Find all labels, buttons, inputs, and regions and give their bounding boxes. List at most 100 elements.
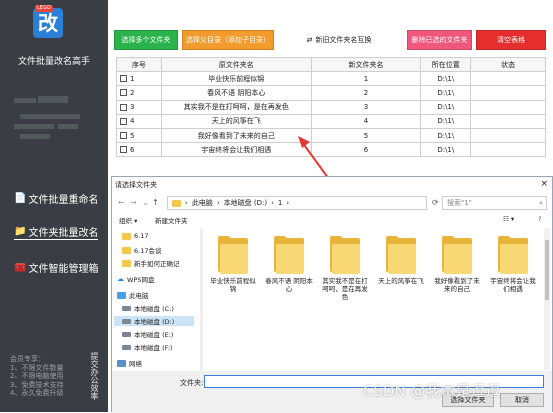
up-arrow-icon[interactable]: ↑ [152,198,159,207]
tree-item[interactable]: 6.17 [122,232,148,240]
row-checkbox[interactable] [120,132,127,140]
view-icon[interactable]: ☷ ▾ [503,215,514,223]
tree-item[interactable]: 本地磁盘 (F:) [122,342,173,352]
row-checkbox[interactable] [120,146,127,154]
tree-item[interactable]: 新手如何正确记 [122,258,180,268]
address-sep: › [271,199,274,207]
select-folders-button[interactable]: 选择多个文件夹 [114,30,178,50]
tree-item[interactable]: 本地磁盘 (C:) [122,303,174,313]
promo-line: 2、不限电脑使用 [10,372,64,380]
table-row[interactable]: 5 我好像看到了未来的自己 5 D:\1\ [116,127,546,144]
nav-folder-rename[interactable]: 📁 文件夹批量改名 [14,224,99,240]
tree-item[interactable]: 网络 [117,358,142,368]
table-header: 序号 原文件夹名 新文件夹名 所在位置 状态 [116,56,546,73]
command-bar: 组织 ▾ 新建文件夹 ☷ ▾ ? [112,213,552,227]
tree-item[interactable]: 6.17会谈 [122,245,161,255]
chevron-down-icon[interactable]: ⌄ [142,198,149,207]
cell-new-name[interactable]: 5 [310,127,422,144]
swap-names-button[interactable]: ⇄ 新旧文件夹名互换 [303,30,375,50]
nav-file-rename[interactable]: 📄 文件批量重命名 [14,191,98,206]
folder-icon [498,236,528,274]
tree-label: 本地磁盘 (D:) [134,318,175,326]
folder-icon [330,236,360,274]
row-checkbox[interactable] [120,103,127,111]
row-index[interactable]: 2 [116,85,162,101]
promo-side-text: 提交办公效率 [90,352,99,400]
drive-icon [122,318,131,324]
table-row[interactable]: 6 宇宙终将会让我们相遇 6 D:\1\ [116,142,546,158]
folder-item[interactable]: 天上的风筝在飞 [377,236,425,285]
cell-new-name[interactable]: 4 [310,113,422,129]
row-checkbox[interactable] [120,89,127,97]
address-bar[interactable]: › 此电脑 › 本地磁盘 (D:) › 1 › [167,196,427,210]
grid-scrollbar[interactable] [544,228,550,370]
promo-line: 会员专享： [10,355,45,363]
breadcrumb-item[interactable]: 此电脑 [192,198,213,208]
promo-line: 3、免费技术支持 [10,380,64,389]
document-icon: 📄 [14,193,27,204]
address-sep: › [286,199,290,207]
tree-label: 本地磁盘 (F:) [134,344,173,352]
tree-item[interactable]: 本地磁盘 (E:) [122,329,173,339]
refresh-icon[interactable]: ⟳ [432,198,439,207]
clear-table-button[interactable]: 清空表格 [476,30,546,50]
cell-old-name: 我好像看到了未来的自己 [160,127,312,144]
tree-label: 6.17会谈 [134,247,162,255]
folder-item[interactable]: 其实我不是在打呵呵，是在再发色 [321,236,369,301]
scrollbar-thumb[interactable] [545,240,549,300]
tree-item-selected[interactable]: 本地磁盘 (D:) [114,316,194,326]
cell-new-name[interactable]: 1 [310,71,422,87]
drive-icon [122,344,131,350]
table-row[interactable]: 1 毕业快乐前程似锦 1 D:\1\ [116,71,546,87]
blurred-info [20,134,50,139]
close-icon[interactable]: × [540,179,548,189]
row-index[interactable]: 5 [116,127,162,144]
folder-label: 宇宙终将会让我们相遇 [490,277,536,293]
row-checkbox[interactable] [120,117,127,125]
tree-label: 网络 [129,360,142,368]
tree-item[interactable]: ☁ WPS网盘 [117,274,154,284]
blurred-info [58,124,78,129]
search-placeholder: 搜索"1" [447,199,472,207]
folder-icon [386,236,416,274]
cell-new-name[interactable]: 3 [310,99,422,115]
folder-item[interactable]: 春风不语 阴阳本心 [265,236,313,293]
folder-item[interactable]: 我好像看到了未来的自己 [433,236,481,293]
delete-selected-button[interactable]: 删除已选的文件夹 [407,30,472,50]
search-icon: ⌕ [539,199,543,207]
cell-old-name: 天上的风筝在飞 [160,113,312,129]
member-promo: 会员专享： 1、不限文件数量 2、不限电脑使用 3、免费技术支持 4、永久免费升… [10,355,90,398]
folder-item[interactable]: 毕业快乐前程似锦 [209,236,257,293]
row-index[interactable]: 1 [116,71,162,87]
folder-label: 毕业快乐前程似锦 [210,277,256,293]
forward-arrow-icon[interactable]: → [130,198,137,207]
breadcrumb-item[interactable]: 本地磁盘 (D:) [224,198,267,208]
row-checkbox[interactable] [120,75,127,83]
cell-location: D:\1\ [420,99,472,115]
table-row[interactable]: 3 其实我不是在打呵呵，是在再发色 3 D:\1\ [116,99,546,115]
new-folder-button[interactable]: 新建文件夹 [155,215,188,225]
organize-menu[interactable]: 组织 ▾ [119,215,137,225]
row-index[interactable]: 6 [116,142,162,158]
filename-label: 文件夹: [180,379,204,387]
header-old-name: 原文件夹名 [160,56,312,73]
tree-scrollbar[interactable] [200,228,203,370]
cancel-button[interactable]: 取消 [500,393,544,407]
select-parent-dir-button[interactable]: 选择父目录（添加子目录） [182,30,274,50]
tree-item[interactable]: 此电脑 [117,290,149,300]
row-index-text: 6 [130,145,135,154]
row-index[interactable]: 3 [116,99,162,115]
breadcrumb-item[interactable]: 1 [278,199,282,207]
cell-new-name[interactable]: 6 [310,142,422,158]
nav-file-manager[interactable]: 🧰 文件智能管理箱 [14,260,98,275]
table-row[interactable]: 4 天上的风筝在飞 4 D:\1\ [116,113,546,129]
promo-line: 1、不限文件数量 [10,363,64,372]
back-arrow-icon[interactable]: ← [118,198,125,207]
search-input[interactable]: 搜索"1" ⌕ [442,196,547,210]
cell-new-name[interactable]: 2 [310,85,422,101]
computer-icon [117,291,126,299]
table-row[interactable]: 2 春风不语 阴阳本心 2 D:\1\ [116,85,546,101]
row-index[interactable]: 4 [116,113,162,129]
folder-item[interactable]: 宇宙终将会让我们相遇 [489,236,537,293]
help-icon[interactable]: ? [538,215,541,223]
